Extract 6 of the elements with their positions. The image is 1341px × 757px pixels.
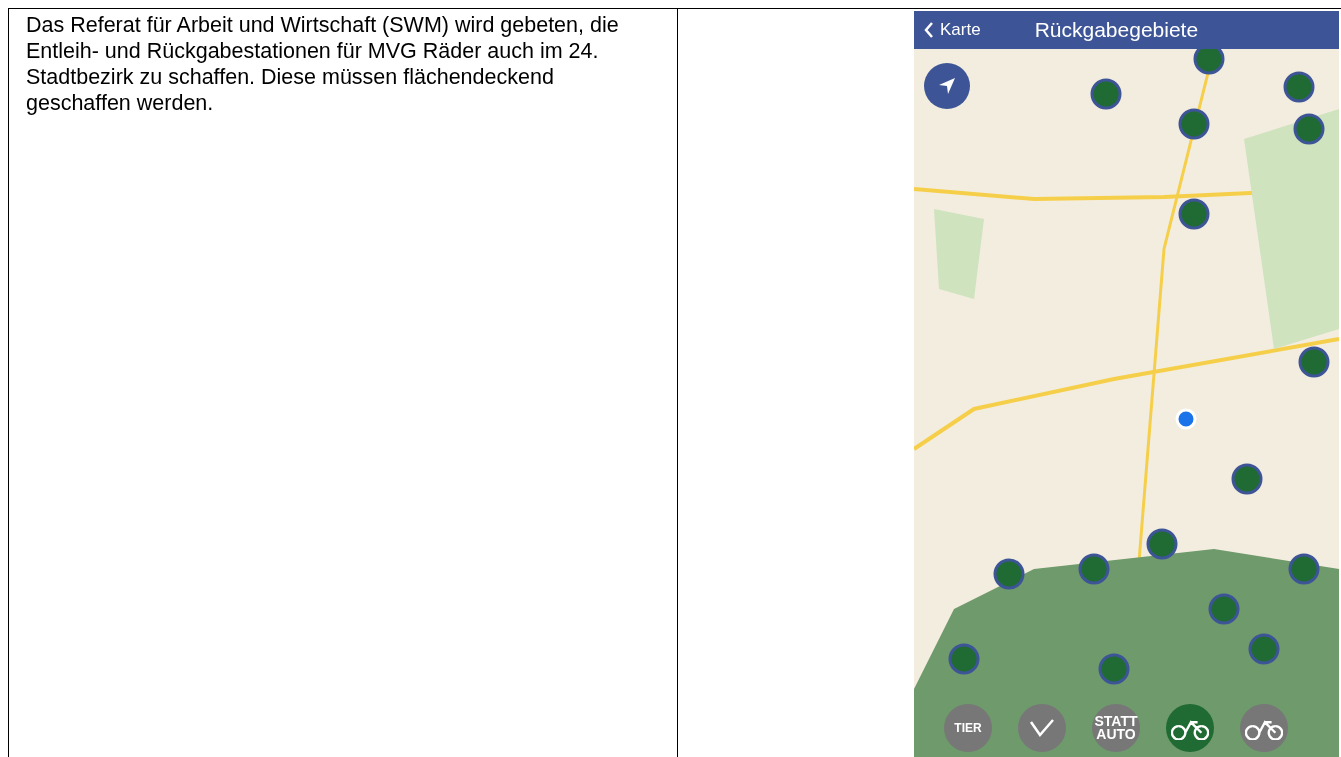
chevron-left-icon	[924, 21, 934, 39]
screen-title: Rückgabegebiete	[1034, 17, 1199, 44]
location-arrow-icon	[937, 76, 957, 96]
paragraph: Das Referat für Arbeit und Wirtschaft (SWM) wird gebeten, die Entleih- und Rückgabestationen für MVG Räder auch im 24. Stadtbezirk zu schaffen. Diese müssen flächendeckend geschaffen werden.	[26, 12, 620, 116]
check-logo-icon	[1029, 718, 1055, 738]
back-button[interactable]: Karte	[914, 16, 987, 44]
